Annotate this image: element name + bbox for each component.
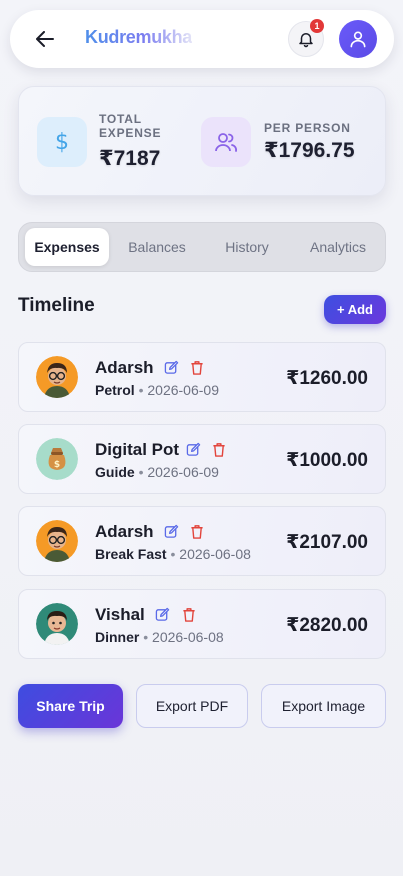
trash-icon[interactable]: [181, 606, 197, 622]
expense-category: Petrol: [95, 382, 135, 398]
expense-summary-card: $ TOTAL EXPENSE ₹7187 PER PERSON ₹1796.7…: [18, 86, 386, 196]
trip-title: Kudremukha: [85, 27, 193, 47]
expense-amount: ₹1000.00: [286, 450, 368, 471]
expense-date: 2026-06-09: [147, 382, 219, 398]
edit-icon[interactable]: [154, 606, 170, 622]
share-trip-button[interactable]: Share Trip: [18, 684, 123, 728]
expense-meta: Dinner • 2026-06-08: [95, 629, 224, 645]
tab-balances[interactable]: Balances: [115, 228, 199, 266]
expense-row[interactable]: Vishal Dinner • 2026-06-08 ₹2820.00: [18, 589, 386, 659]
boy-glasses-avatar: [36, 520, 78, 562]
people-icon: [201, 117, 251, 167]
boy-avatar: [36, 603, 78, 645]
tab-history[interactable]: History: [205, 228, 289, 266]
expense-amount: ₹2820.00: [286, 615, 368, 636]
total-expense-label: TOTAL EXPENSE: [99, 112, 162, 140]
profile-button[interactable]: [339, 20, 377, 58]
expense-row[interactable]: Adarsh Petrol • 2026-06-09 ₹1260.00: [18, 342, 386, 412]
expense-amount: ₹2107.00: [286, 532, 368, 553]
tab-bar: Expenses Balances History Analytics: [18, 222, 386, 272]
edit-icon[interactable]: [163, 359, 179, 375]
edit-icon[interactable]: [163, 523, 179, 539]
payer-name: Adarsh: [95, 358, 154, 377]
payer-name: Adarsh: [95, 522, 154, 541]
trash-icon[interactable]: [211, 441, 227, 457]
expense-meta: Guide • 2026-06-09: [95, 464, 219, 480]
app-header: Kudremukha 1: [10, 10, 394, 68]
meta-separator: •: [170, 546, 176, 562]
meta-separator: •: [138, 464, 144, 480]
meta-separator: •: [138, 382, 144, 398]
timeline-title: Timeline: [18, 295, 95, 316]
trash-icon[interactable]: [189, 359, 205, 375]
export-image-button[interactable]: Export Image: [261, 684, 386, 728]
export-pdf-button[interactable]: Export PDF: [136, 684, 248, 728]
dollar-icon: $: [37, 117, 87, 167]
payer-name: Vishal: [95, 605, 145, 624]
expense-amount: ₹1260.00: [286, 368, 368, 389]
expense-category: Guide: [95, 464, 135, 480]
expense-date: 2026-06-08: [152, 629, 224, 645]
boy-glasses-avatar: [36, 356, 78, 398]
expense-meta: Break Fast • 2026-06-08: [95, 546, 251, 562]
user-icon: [350, 31, 366, 48]
expense-date: 2026-06-09: [147, 464, 219, 480]
expense-date: 2026-06-08: [179, 546, 251, 562]
expense-row[interactable]: Adarsh Break Fast • 2026-06-08 ₹2107.00: [18, 506, 386, 576]
tab-expenses[interactable]: Expenses: [25, 228, 109, 266]
back-arrow-icon[interactable]: [32, 27, 58, 51]
money-bag-icon: $: [36, 438, 78, 480]
payer-name: Digital Pot: [95, 440, 180, 459]
meta-separator: •: [143, 629, 149, 645]
expense-category: Dinner: [95, 629, 140, 645]
tab-analytics[interactable]: Analytics: [295, 228, 381, 266]
total-expense-value: ₹7187: [99, 147, 161, 170]
per-person-value: ₹1796.75: [264, 139, 355, 162]
svg-text:$: $: [54, 460, 60, 470]
notification-badge: 1: [310, 19, 324, 33]
add-expense-button[interactable]: + Add: [324, 295, 386, 324]
expense-meta: Petrol • 2026-06-09: [95, 382, 219, 398]
per-person-label: PER PERSON: [264, 121, 351, 135]
edit-icon[interactable]: [185, 441, 201, 457]
trash-icon[interactable]: [189, 523, 205, 539]
expense-category: Break Fast: [95, 546, 167, 562]
bell-icon: [299, 33, 313, 48]
expense-row[interactable]: $ Digital Pot Guide • 2026-06-09 ₹1000.0…: [18, 424, 386, 494]
